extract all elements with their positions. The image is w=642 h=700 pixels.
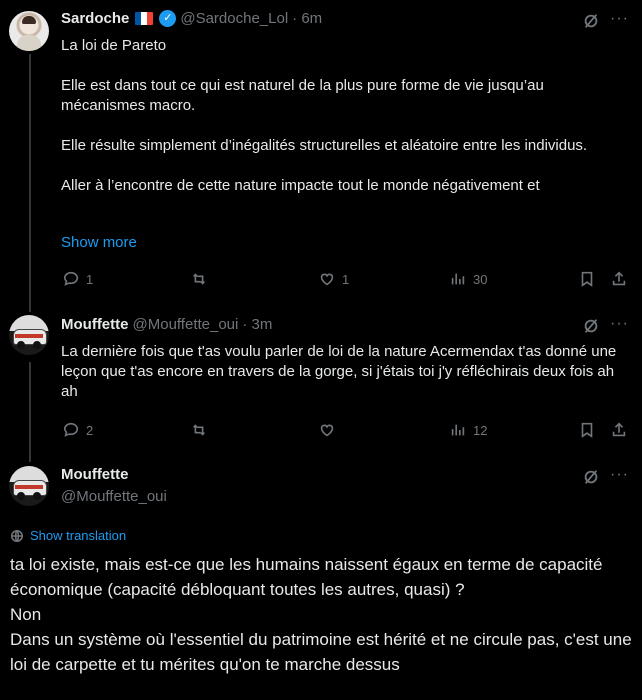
show-more-link[interactable]: Show more bbox=[61, 233, 137, 253]
author-handle[interactable]: @Mouffette_oui bbox=[61, 488, 167, 505]
grok-icon[interactable] bbox=[582, 468, 600, 491]
views-button[interactable]: 12 bbox=[449, 421, 487, 439]
thread-line bbox=[29, 54, 31, 312]
retweet-icon bbox=[193, 424, 205, 436]
more-options-icon[interactable]: ··· bbox=[610, 315, 629, 333]
avatar-sardoche[interactable] bbox=[9, 11, 49, 51]
reply-icon bbox=[63, 422, 79, 437]
retweet-button[interactable] bbox=[190, 421, 214, 439]
thread-line bbox=[29, 362, 31, 462]
avatar-mouffette[interactable] bbox=[9, 466, 49, 506]
show-translation-label: Show translation bbox=[30, 528, 127, 543]
verified-badge-icon: ✓ bbox=[159, 10, 177, 27]
retweet-icon bbox=[193, 273, 205, 285]
share-button[interactable] bbox=[610, 421, 628, 439]
reply-count: 1 bbox=[86, 271, 94, 287]
analytics-icon bbox=[451, 424, 465, 436]
views-count: 12 bbox=[473, 422, 488, 438]
reply-button[interactable]: 2 bbox=[62, 421, 93, 439]
tweet2-text: La dernière fois que t'as voulu parler d… bbox=[61, 343, 621, 400]
author-name[interactable]: Mouffette bbox=[61, 316, 129, 333]
heart-icon bbox=[320, 424, 334, 437]
timestamp[interactable]: · 6m bbox=[292, 10, 322, 27]
reply-button[interactable]: 1 bbox=[62, 270, 93, 288]
views-button[interactable]: 30 bbox=[449, 270, 487, 288]
globe-icon bbox=[10, 529, 24, 542]
tweet2-header: Mouffette @Mouffette_oui · 3m bbox=[61, 316, 272, 333]
retweet-button[interactable] bbox=[190, 270, 214, 288]
tweet1-text: La loi de Pareto Elle est dans tout ce q… bbox=[61, 37, 588, 194]
reply-count: 2 bbox=[86, 422, 94, 438]
bookmark-button[interactable] bbox=[578, 270, 596, 288]
share-icon bbox=[612, 422, 626, 437]
share-icon bbox=[612, 271, 626, 286]
author-name[interactable]: Sardoche bbox=[61, 10, 129, 27]
tweet3-text: ta loi existe, mais est-ce que les humai… bbox=[10, 555, 632, 674]
reply-icon bbox=[63, 271, 79, 286]
share-button[interactable] bbox=[610, 270, 628, 288]
grok-icon[interactable] bbox=[582, 12, 600, 35]
analytics-icon bbox=[451, 273, 465, 285]
author-handle[interactable]: @Sardoche_Lol bbox=[180, 10, 288, 27]
heart-icon bbox=[320, 273, 334, 286]
more-options-icon[interactable]: ··· bbox=[610, 466, 629, 484]
show-translation-link[interactable]: Show translation bbox=[10, 528, 126, 543]
views-count: 30 bbox=[473, 271, 488, 287]
bookmark-icon bbox=[581, 422, 593, 438]
avatar-mouffette[interactable] bbox=[9, 315, 49, 355]
flag-icon bbox=[135, 12, 154, 25]
like-button[interactable]: 1 bbox=[318, 270, 349, 288]
grok-icon[interactable] bbox=[582, 317, 600, 340]
more-options-icon[interactable]: ··· bbox=[610, 10, 629, 28]
bookmark-icon bbox=[581, 271, 593, 287]
bookmark-button[interactable] bbox=[578, 421, 596, 439]
like-button[interactable] bbox=[318, 421, 342, 439]
author-handle[interactable]: @Mouffette_oui bbox=[133, 316, 239, 333]
author-name[interactable]: Mouffette bbox=[61, 466, 129, 483]
tweet1-header: Sardoche ✓ @Sardoche_Lol · 6m bbox=[61, 10, 322, 27]
like-count: 1 bbox=[342, 271, 350, 287]
timestamp[interactable]: · 3m bbox=[242, 316, 272, 333]
